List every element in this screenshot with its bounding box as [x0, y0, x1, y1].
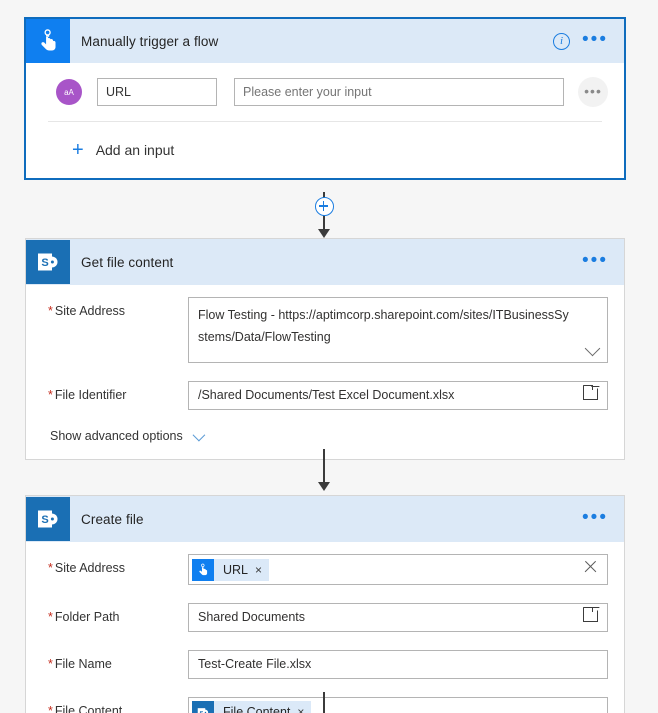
required-marker: *: [48, 656, 53, 671]
field-row-file-name: * File Name Test-Create File.xlsx: [26, 641, 624, 688]
connector-line: [323, 692, 325, 713]
field-row-file-identifier: * File Identifier /Shared Documents/Test …: [26, 372, 624, 419]
input-row-more-button[interactable]: •••: [578, 77, 608, 107]
card-header-actions: •••: [582, 251, 608, 270]
card-header-manual-trigger[interactable]: Manually trigger a flow i •••: [26, 19, 624, 63]
plus-icon: +: [72, 139, 84, 161]
action-card-manual-trigger[interactable]: Manually trigger a flow i ••• aA ••• +: [24, 17, 626, 180]
file-identifier-field[interactable]: /Shared Documents/Test Excel Document.xl…: [188, 381, 608, 410]
show-advanced-options-label: Show advanced options: [50, 429, 183, 443]
card-title-manual-trigger: Manually trigger a flow: [81, 33, 219, 49]
field-label-folder-path: * Folder Path: [48, 603, 188, 624]
connector-arrow: [318, 229, 330, 238]
card-title-create-file: Create file: [81, 511, 144, 527]
required-marker: *: [48, 609, 53, 624]
field-row-site-address: * Site Address URL ×: [26, 542, 624, 594]
type-badge-label: aA: [64, 87, 74, 97]
required-marker: *: [48, 561, 53, 575]
site-address-token-field[interactable]: URL ×: [188, 554, 608, 585]
trigger-input-row: aA •••: [26, 63, 624, 121]
add-input-button[interactable]: + Add an input: [26, 122, 624, 178]
connector-trigger-to-get-file: [0, 192, 658, 240]
label-text: File Identifier: [54, 388, 127, 402]
card-title-get-file-content: Get file content: [81, 254, 174, 270]
card-header-create-file[interactable]: S Create file •••: [26, 496, 624, 542]
clear-icon[interactable]: [583, 559, 598, 574]
file-identifier-value: /Shared Documents/Test Excel Document.xl…: [198, 388, 455, 402]
label-text: Site Address: [54, 561, 126, 575]
card-header-actions: i •••: [553, 30, 608, 50]
sharepoint-icon: S: [26, 497, 70, 541]
card-body-manual-trigger: aA ••• + Add an input: [26, 63, 624, 178]
field-label-site-address: * Site Address: [48, 554, 188, 575]
svg-text:S: S: [41, 514, 48, 526]
ellipsis-icon[interactable]: •••: [582, 30, 608, 49]
folder-picker-icon[interactable]: [582, 606, 598, 622]
card-header-get-file-content[interactable]: S Get file content •••: [26, 239, 624, 285]
plus-circle-icon[interactable]: [314, 197, 334, 216]
label-text: File Name: [54, 656, 112, 671]
connector-line: [323, 449, 325, 486]
chevron-down-icon: [192, 428, 206, 441]
file-name-field[interactable]: Test-Create File.xlsx: [188, 649, 608, 679]
input-name-field[interactable]: [97, 78, 217, 106]
connector-create-file-to-next: [0, 692, 658, 713]
folder-picker-icon[interactable]: [582, 385, 598, 400]
svg-text:S: S: [41, 257, 48, 269]
field-row-folder-path: * Folder Path Shared Documents: [26, 594, 624, 641]
site-address-dropdown[interactable]: Flow Testing - https://aptimcorp.sharepo…: [188, 297, 608, 363]
connector-arrow: [318, 482, 330, 491]
flow-designer-canvas: Manually trigger a flow i ••• aA ••• +: [0, 0, 658, 713]
connector-get-file-to-create-file: [0, 449, 658, 495]
required-marker: *: [48, 304, 53, 318]
action-card-get-file-content[interactable]: S Get file content ••• * Site Address Flo…: [25, 238, 625, 460]
card-body-create-file: * Site Address URL × * Folder Path Share…: [26, 542, 624, 713]
hand-tap-icon: [26, 19, 70, 63]
ellipsis-icon[interactable]: •••: [582, 251, 608, 270]
site-address-value: Flow Testing - https://aptimcorp.sharepo…: [198, 308, 569, 344]
field-label-site-address: * Site Address: [48, 297, 188, 318]
label-text: Folder Path: [54, 609, 120, 624]
sharepoint-icon: S: [26, 240, 70, 284]
field-label-file-identifier: * File Identifier: [48, 381, 188, 402]
card-body-get-file-content: * Site Address Flow Testing - https://apt…: [26, 285, 624, 459]
label-text: Site Address: [54, 304, 126, 318]
chevron-down-icon[interactable]: [584, 340, 601, 357]
add-input-label: Add an input: [95, 142, 175, 158]
ellipsis-icon[interactable]: •••: [582, 508, 608, 527]
folder-path-field[interactable]: Shared Documents: [188, 602, 608, 632]
action-card-create-file[interactable]: S Create file ••• * Site Address URL × *…: [25, 495, 625, 713]
field-row-site-address: * Site Address Flow Testing - https://apt…: [26, 285, 624, 372]
ellipsis-icon: •••: [584, 83, 602, 99]
required-marker: *: [48, 388, 53, 402]
folder-path-value: Shared Documents: [198, 609, 306, 624]
info-icon[interactable]: i: [553, 32, 571, 50]
text-input-type-icon: aA: [56, 79, 82, 105]
card-header-actions: •••: [582, 508, 608, 527]
token-url[interactable]: URL ×: [192, 558, 270, 581]
input-value-field[interactable]: [234, 78, 564, 106]
field-label-file-name: * File Name: [48, 650, 188, 671]
token-remove-icon[interactable]: ×: [255, 564, 262, 576]
token-label: URL: [223, 562, 249, 577]
file-name-value: Test-Create File.xlsx: [198, 656, 312, 671]
hand-tap-icon: [192, 558, 214, 581]
